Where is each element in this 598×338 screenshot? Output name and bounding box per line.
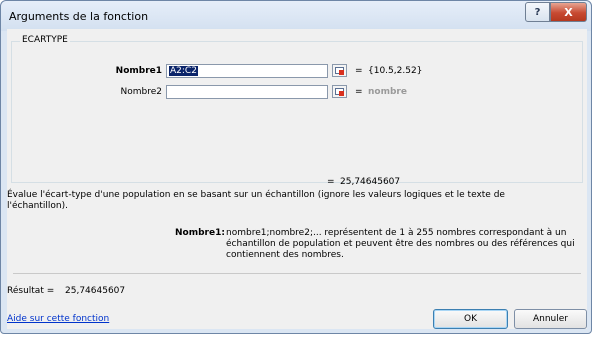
close-button[interactable]: X	[550, 2, 587, 22]
help-icon: ?	[534, 6, 541, 18]
dialog-title: Arguments de la fonction	[9, 10, 149, 23]
help-button[interactable]: ?	[525, 2, 550, 22]
ok-button[interactable]: OK	[433, 309, 508, 329]
arg1-label: Nombre1	[115, 66, 162, 76]
formula-result: 25,74645607	[340, 177, 401, 187]
arg2-result: nombre	[368, 87, 407, 97]
arg1-input[interactable]: A2:C2	[166, 64, 328, 78]
title-bar: Arguments de la fonction ? X	[1, 1, 591, 31]
help-link[interactable]: Aide sur cette fonction	[7, 314, 109, 324]
function-arguments-dialog: Arguments de la fonction ? X ECARTYPE No…	[0, 0, 592, 334]
arg2-collapse-button[interactable]	[332, 85, 347, 98]
arg2-equals: =	[355, 87, 363, 97]
function-description: Évalue l'écart-type d'une population en …	[7, 190, 505, 211]
arguments-group: ECARTYPE Nombre1 A2:C2 = {10.5,2.52} Nom…	[11, 35, 583, 183]
dialog-body: ECARTYPE Nombre1 A2:C2 = {10.5,2.52} Nom…	[7, 29, 587, 329]
arg1-value: A2:C2	[169, 66, 198, 76]
arg1-result: {10.5,2.52}	[368, 66, 423, 76]
cancel-button[interactable]: Annuler	[514, 309, 587, 329]
formula-equals: =	[327, 177, 335, 187]
arg-help-label: Nombre1:	[175, 228, 225, 238]
arg2-input[interactable]	[166, 85, 328, 99]
arg1-equals: =	[355, 66, 363, 76]
arg1-collapse-button[interactable]	[332, 64, 347, 77]
function-name: ECARTYPE	[20, 35, 70, 45]
result-label: Résultat =	[7, 286, 55, 296]
divider	[13, 273, 581, 274]
close-icon: X	[564, 5, 573, 19]
arg-help-text: nombre1;nombre2;... représentent de 1 à …	[226, 228, 575, 260]
result-value: 25,74645607	[65, 286, 126, 296]
arg2-label: Nombre2	[120, 87, 162, 97]
